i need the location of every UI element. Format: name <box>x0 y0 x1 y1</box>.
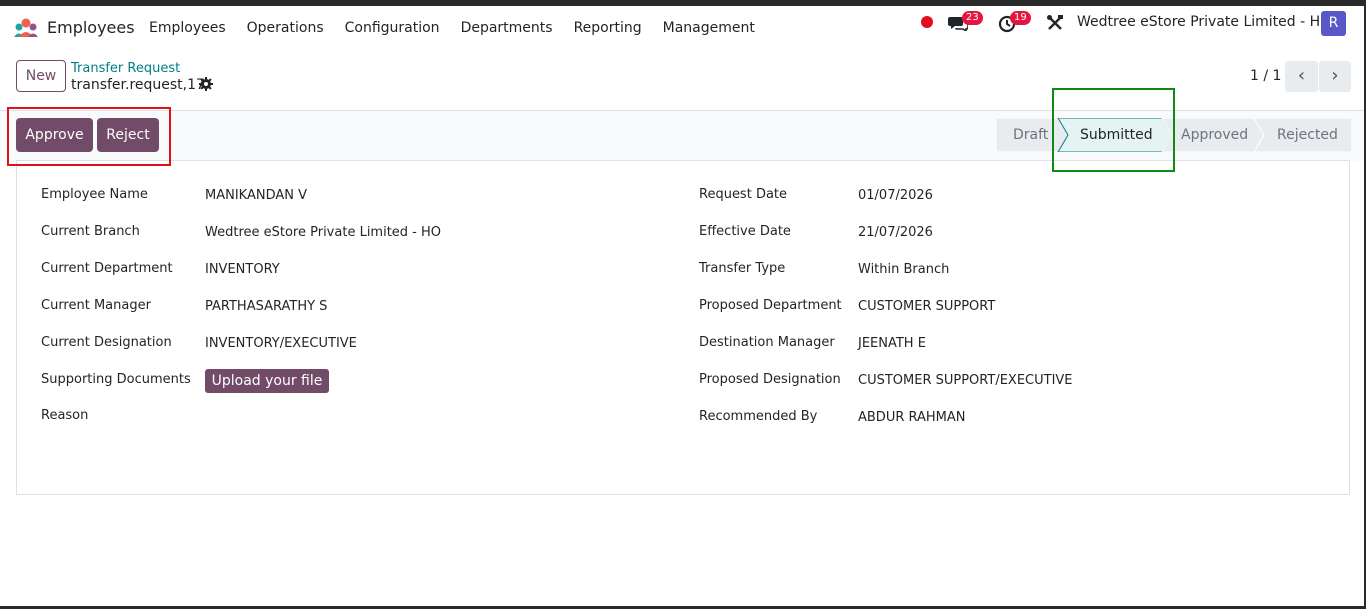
stage-draft[interactable]: Draft <box>1013 127 1048 143</box>
value-current-manager[interactable]: PARTHASARATHY S <box>205 299 327 314</box>
label-transfer-type: Transfer Type <box>699 261 786 276</box>
label-reason: Reason <box>41 408 89 423</box>
menu-operations[interactable]: Operations <box>247 20 324 36</box>
user-avatar[interactable]: R <box>1321 11 1346 36</box>
value-effective-date[interactable]: 21/07/2026 <box>858 225 933 240</box>
value-proposed-designation[interactable]: CUSTOMER SUPPORT/EXECUTIVE <box>858 373 1073 388</box>
label-effective-date: Effective Date <box>699 224 791 239</box>
gear-icon[interactable] <box>199 77 213 91</box>
label-current-designation: Current Designation <box>41 335 172 350</box>
tools-icon[interactable] <box>1046 14 1064 32</box>
upload-file-button[interactable]: Upload your file <box>205 369 329 393</box>
value-current-designation[interactable]: INVENTORY/EXECUTIVE <box>205 336 357 351</box>
value-transfer-type[interactable]: Within Branch <box>858 262 949 277</box>
stage-approved[interactable]: Approved <box>1181 127 1248 143</box>
pager-next-button[interactable]: › <box>1318 61 1351 92</box>
value-current-department[interactable]: INVENTORY <box>205 262 280 277</box>
breadcrumb-parent[interactable]: Transfer Request <box>71 61 180 76</box>
highlight-box-red <box>7 107 171 166</box>
form-sheet <box>16 160 1350 495</box>
value-destination-manager[interactable]: JEENATH E <box>858 336 926 351</box>
value-recommended-by[interactable]: ABDUR RAHMAN <box>858 410 966 425</box>
main-menu: Employees Operations Configuration Depar… <box>149 20 776 36</box>
menu-employees[interactable]: Employees <box>149 20 226 36</box>
company-switcher[interactable]: Wedtree eStore Private Limited - HO <box>1077 14 1331 30</box>
label-current-branch: Current Branch <box>41 224 140 239</box>
value-request-date[interactable]: 01/07/2026 <box>858 188 933 203</box>
breadcrumb-current: transfer.request,17 <box>71 77 205 93</box>
label-recommended-by: Recommended By <box>699 409 818 424</box>
value-employee-name[interactable]: MANIKANDAN V <box>205 188 307 203</box>
app-logo-icon[interactable] <box>13 18 39 38</box>
label-proposed-department: Proposed Department <box>699 298 842 313</box>
menu-reporting[interactable]: Reporting <box>574 20 642 36</box>
app-name[interactable]: Employees <box>47 18 135 37</box>
label-destination-manager: Destination Manager <box>699 335 835 350</box>
value-proposed-department[interactable]: CUSTOMER SUPPORT <box>858 299 995 314</box>
messages-count-badge: 23 <box>962 11 983 25</box>
highlight-box-green <box>1052 88 1175 172</box>
label-supporting-documents: Supporting Documents <box>41 372 191 387</box>
pager-previous-button[interactable]: ‹ <box>1285 61 1318 92</box>
value-current-branch[interactable]: Wedtree eStore Private Limited - HO <box>205 225 441 240</box>
new-button[interactable]: New <box>16 60 66 92</box>
status-dot-icon[interactable] <box>921 16 933 28</box>
stage-rejected[interactable]: Rejected <box>1277 127 1338 143</box>
menu-departments[interactable]: Departments <box>461 20 553 36</box>
pager-value[interactable]: 1 / 1 <box>1250 68 1281 84</box>
activities-count-badge: 19 <box>1010 11 1031 25</box>
menu-configuration[interactable]: Configuration <box>345 20 440 36</box>
label-current-department: Current Department <box>41 261 173 276</box>
label-request-date: Request Date <box>699 187 788 202</box>
label-employee-name: Employee Name <box>41 187 148 202</box>
label-current-manager: Current Manager <box>41 298 151 313</box>
menu-management[interactable]: Management <box>663 20 755 36</box>
label-proposed-designation: Proposed Designation <box>699 372 841 387</box>
